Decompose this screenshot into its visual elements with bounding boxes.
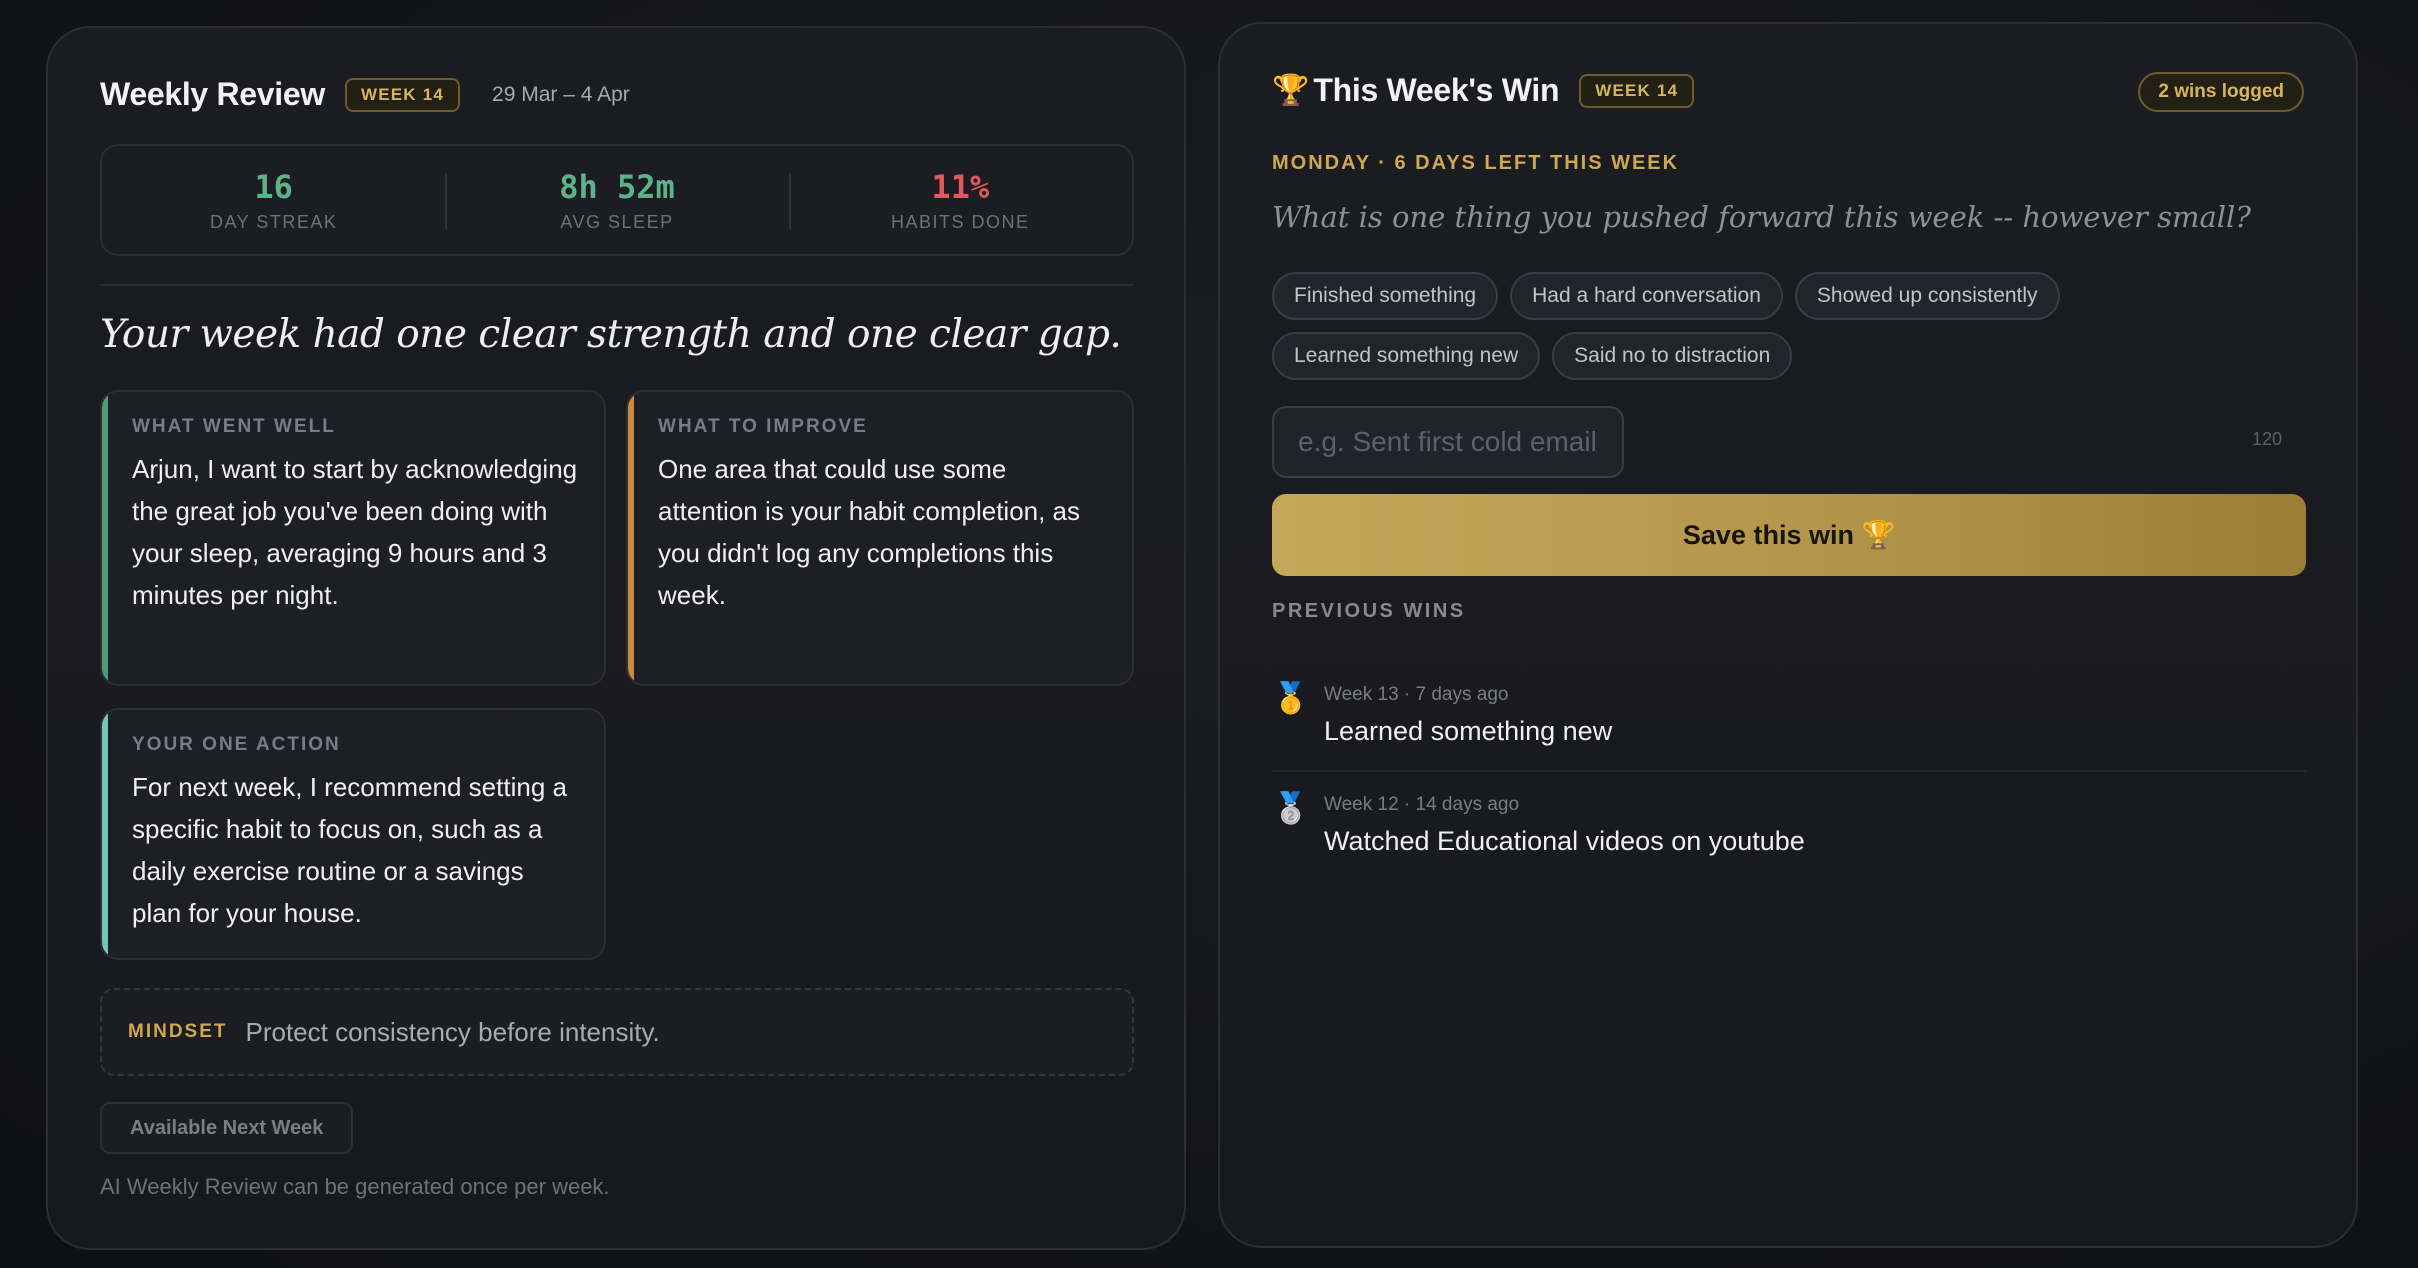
stat-label: AVG SLEEP (560, 211, 674, 232)
mindset-label: MINDSET (128, 1021, 228, 1042)
stat-value: 11% (931, 167, 990, 206)
card-label: YOUR ONE ACTION (132, 734, 341, 755)
gold-medal-icon: 🥇 (1272, 682, 1310, 715)
list-item: 🥈 Week 12 · 14 days ago Watched Educatio… (1272, 772, 2306, 872)
week-badge: WEEK 14 (1579, 73, 1695, 108)
previous-wins-label: PREVIOUS WINS (1272, 600, 1466, 622)
days-left-label: MONDAY · 6 DAYS LEFT THIS WEEK (1272, 152, 1680, 174)
mindset-box: MINDSET Protect consistency before inten… (100, 988, 1134, 1076)
stat-habits-done: 11% HABITS DONE (788, 146, 1132, 254)
list-item: 🥇 Week 13 · 7 days ago Learned something… (1272, 662, 2306, 772)
suggestion-chips: Finished something Had a hard conversati… (1272, 272, 2312, 380)
stat-avg-sleep: 8h 52m AVG SLEEP (445, 146, 788, 254)
weekly-win-panel: 🏆 This Week's Win WEEK 14 2 wins logged … (1218, 22, 2358, 1248)
card-label: WHAT TO IMPROVE (658, 416, 868, 437)
chip-said-no[interactable]: Said no to distraction (1552, 332, 1793, 380)
one-action-card: YOUR ONE ACTION For next week, I recomme… (100, 708, 606, 960)
chip-finished-something[interactable]: Finished something (1272, 272, 1499, 320)
win-text: Watched Educational videos on youtube (1324, 826, 1805, 856)
win-prompt: What is one thing you pushed forward thi… (1272, 200, 2251, 234)
win-meta: Week 13 · 7 days ago (1324, 684, 1509, 705)
review-note: AI Weekly Review can be generated once p… (100, 1174, 610, 1199)
save-win-button[interactable]: Save this win 🏆 (1272, 494, 2306, 576)
review-header: Weekly Review WEEK 14 29 Mar – 4 Apr (100, 76, 630, 113)
stats-bar: 16 DAY STREAK 8h 52m AVG SLEEP 11% HABIT… (100, 144, 1134, 256)
improve-card: WHAT TO IMPROVE One area that could use … (626, 390, 1134, 686)
win-input[interactable] (1272, 406, 1624, 478)
chip-showed-up[interactable]: Showed up consistently (1794, 272, 2060, 320)
stat-value: 8h 52m (559, 167, 675, 206)
silver-medal-icon: 🥈 (1272, 792, 1310, 825)
card-text: Arjun, I want to start by acknowledging … (132, 454, 578, 610)
stat-day-streak: 16 DAY STREAK (102, 146, 445, 254)
chip-learned-something[interactable]: Learned something new (1272, 332, 1541, 380)
card-label: WHAT WENT WELL (132, 416, 336, 437)
win-text: Learned something new (1324, 716, 1613, 746)
date-range: 29 Mar – 4 Apr (492, 82, 630, 106)
review-headline: Your week had one clear strength and one… (100, 312, 1122, 357)
mindset-text: Protect consistency before intensity. (245, 1016, 660, 1047)
stat-value: 16 (254, 167, 293, 206)
card-text: For next week, I recommend setting a spe… (132, 772, 567, 928)
char-counter: 120 (2252, 429, 2283, 449)
stat-label: HABITS DONE (891, 211, 1030, 232)
went-well-card: WHAT WENT WELL Arjun, I want to start by… (100, 390, 606, 686)
divider (100, 284, 1134, 286)
review-title: Weekly Review (100, 76, 325, 112)
win-title: This Week's Win (1313, 72, 1560, 108)
win-meta: Week 12 · 14 days ago (1324, 794, 1520, 815)
card-text: One area that could use some attention i… (658, 454, 1081, 610)
chip-hard-conversation[interactable]: Had a hard conversation (1510, 272, 1783, 320)
wins-logged-badge: 2 wins logged (2138, 72, 2304, 112)
week-badge: WEEK 14 (344, 77, 461, 112)
trophy-icon: 🏆 (1272, 74, 1310, 107)
win-header: 🏆 This Week's Win WEEK 14 (1272, 72, 1695, 109)
weekly-review-panel: Weekly Review WEEK 14 29 Mar – 4 Apr 16 … (46, 26, 1186, 1250)
stat-label: DAY STREAK (209, 211, 338, 232)
available-next-week-button[interactable]: Available Next Week (100, 1102, 354, 1154)
